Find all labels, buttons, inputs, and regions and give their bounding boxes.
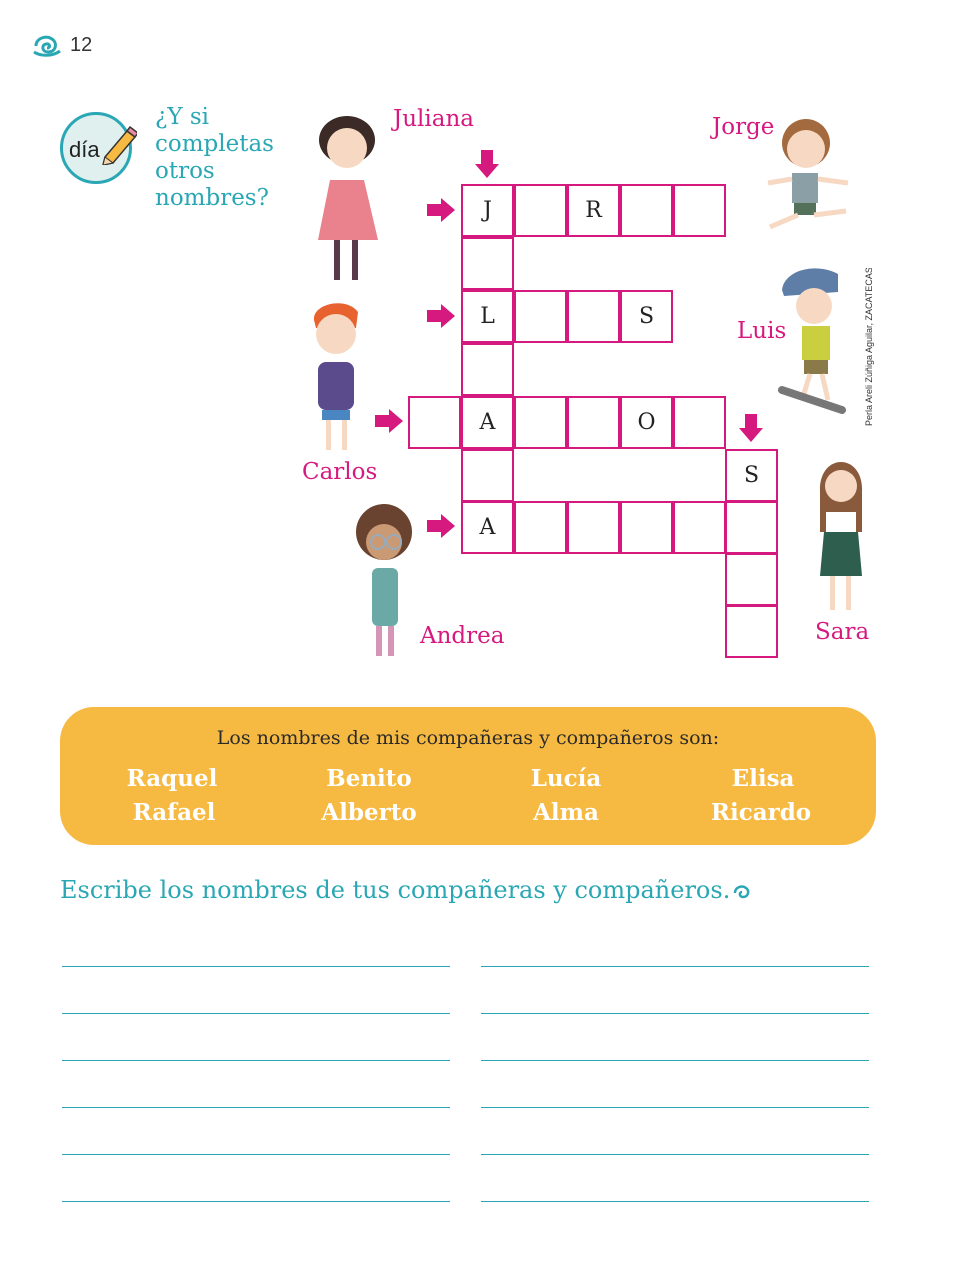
crossword-cell[interactable]: R xyxy=(567,184,620,237)
crossword-cell[interactable]: A xyxy=(461,396,514,449)
crossword-cell[interactable] xyxy=(725,605,778,658)
crossword-cell[interactable] xyxy=(567,396,620,449)
crossword-cell[interactable] xyxy=(620,184,673,237)
crossword-cell[interactable] xyxy=(461,343,514,396)
crossword-cell[interactable]: L xyxy=(461,290,514,343)
crossword-cell[interactable]: O xyxy=(620,396,673,449)
crossword-cell[interactable] xyxy=(620,501,673,554)
label-sara: Sara xyxy=(815,619,870,645)
classmates-box: Los nombres de mis compañeras y compañer… xyxy=(60,707,876,845)
page-number: 12 xyxy=(70,34,93,56)
crossword-cell[interactable] xyxy=(514,290,567,343)
label-andrea: Andrea xyxy=(420,623,505,649)
pencil-icon xyxy=(102,125,137,165)
crossword-cell[interactable] xyxy=(514,396,567,449)
writing-line[interactable] xyxy=(62,1154,450,1155)
instruction-text: Escribe los nombres de tus compañeras y … xyxy=(60,876,731,904)
arrow-right-icon xyxy=(375,409,403,433)
classmate-name: Alma xyxy=(533,799,599,826)
classmates-heading: Los nombres de mis compañeras y compañer… xyxy=(216,727,720,749)
writing-line[interactable] xyxy=(481,1107,869,1108)
andrea-illustration xyxy=(356,504,412,656)
arrow-down-icon xyxy=(739,414,763,442)
writing-line[interactable] xyxy=(481,1201,869,1202)
writing-line[interactable] xyxy=(481,1060,869,1061)
writing-line[interactable] xyxy=(62,1060,450,1061)
crossword-cell[interactable] xyxy=(567,501,620,554)
writing-line[interactable] xyxy=(481,1013,869,1014)
writing-line[interactable] xyxy=(62,1107,450,1108)
spiral-icon xyxy=(734,884,750,898)
jorge-illustration xyxy=(767,119,849,230)
crossword-cell[interactable] xyxy=(673,396,726,449)
crossword-cell[interactable]: A xyxy=(461,501,514,554)
crossword-cell[interactable] xyxy=(461,237,514,290)
crossword-cell[interactable] xyxy=(673,184,726,237)
dia-label: día xyxy=(69,137,100,162)
classmate-name: Elisa xyxy=(731,765,795,792)
crossword-cell[interactable] xyxy=(725,553,778,606)
crossword-cell[interactable] xyxy=(725,501,778,554)
crossword-cell[interactable]: S xyxy=(725,449,778,502)
classmate-name: Ricardo xyxy=(710,799,812,826)
arrow-right-icon xyxy=(427,514,455,538)
luis-illustration xyxy=(778,268,846,414)
classmate-name: Lucía xyxy=(530,765,602,792)
juliana-illustration xyxy=(318,116,378,280)
classmate-name: Alberto xyxy=(321,799,417,826)
crossword-cell[interactable] xyxy=(408,396,461,449)
writing-line[interactable] xyxy=(481,1154,869,1155)
label-carlos: Carlos xyxy=(302,459,378,485)
classmate-name: Rafael xyxy=(132,799,216,826)
arrow-right-icon xyxy=(427,304,455,328)
label-juliana: Juliana xyxy=(393,106,474,132)
crossword-cell[interactable] xyxy=(514,184,567,237)
crossword-cell[interactable] xyxy=(514,501,567,554)
crossword-cell[interactable] xyxy=(673,501,726,554)
classmate-name: Benito xyxy=(326,765,412,792)
sara-illustration xyxy=(819,462,863,610)
svg-text:Perla Areli Zúñiga Aguilar, ZA: Perla Areli Zúñiga Aguilar, ZACATECAS xyxy=(864,268,874,426)
spiral-icon xyxy=(33,35,61,57)
carlos-illustration xyxy=(313,303,358,450)
writing-line[interactable] xyxy=(481,966,869,967)
arrow-right-icon xyxy=(427,198,455,222)
classmate-name: Raquel xyxy=(126,765,218,792)
writing-line[interactable] xyxy=(62,966,450,967)
writing-line[interactable] xyxy=(62,1201,450,1202)
crossword-cell[interactable]: J xyxy=(461,184,514,237)
illustration-credit: Perla Areli Zúñiga Aguilar, ZACATECAS xyxy=(864,268,874,426)
dia-badge: día xyxy=(60,112,137,184)
crossword-cell[interactable] xyxy=(567,290,620,343)
crossword-cell[interactable]: S xyxy=(620,290,673,343)
instruction: Escribe los nombres de tus compañeras y … xyxy=(60,876,752,904)
writing-line[interactable] xyxy=(62,1013,450,1014)
crossword-cell[interactable] xyxy=(461,449,514,502)
arrow-down-icon xyxy=(475,150,499,178)
activity-prompt: ¿Y si completas otros nombres? xyxy=(155,104,274,211)
